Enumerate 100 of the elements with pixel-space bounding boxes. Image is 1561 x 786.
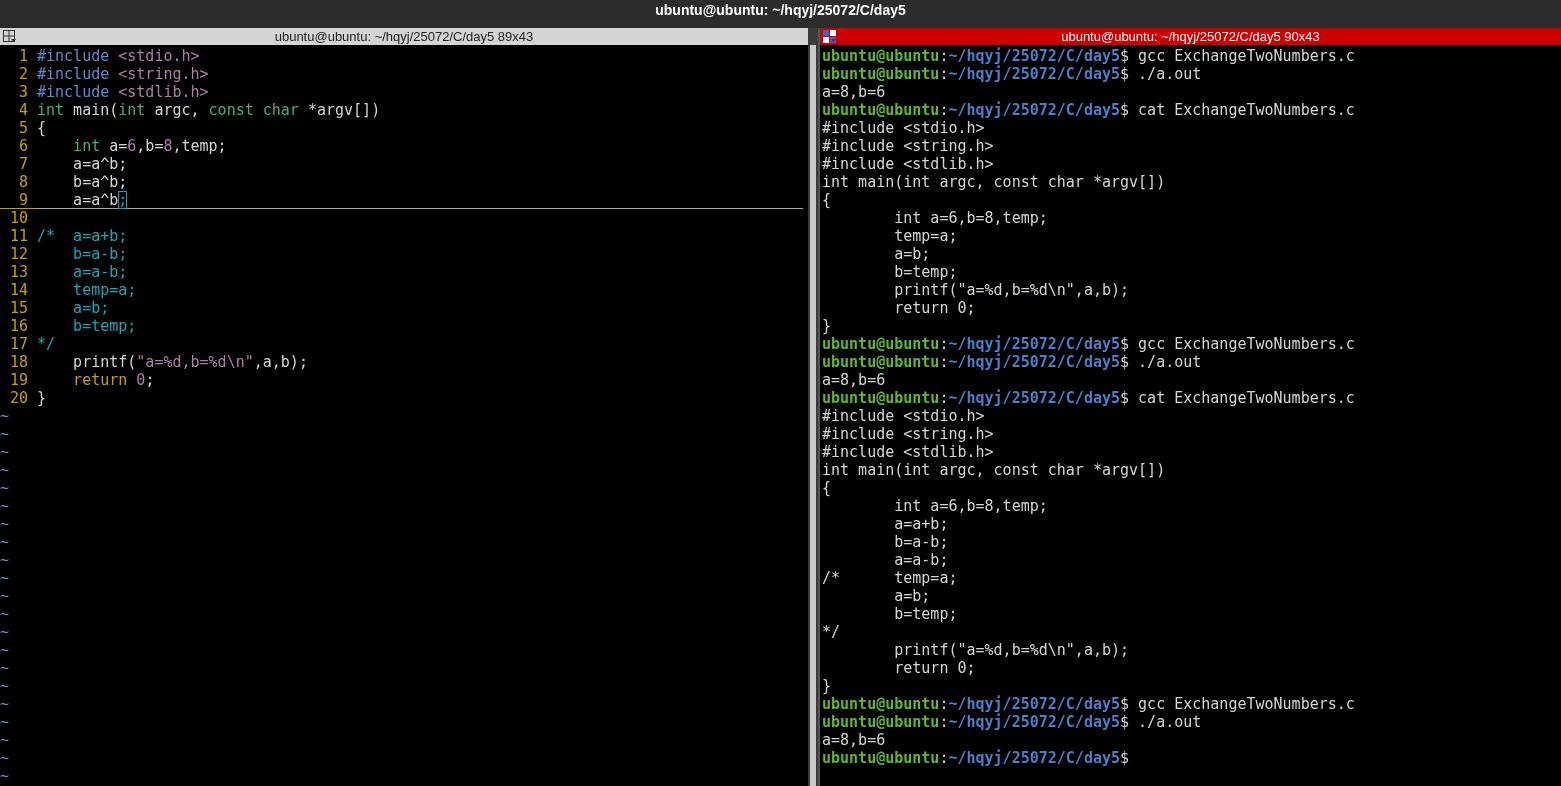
empty-line-marker: ~ <box>0 713 9 731</box>
terminal-line: a=b; <box>893 587 932 605</box>
line-number: 15 <box>8 299 29 317</box>
terminal-line: #include <string.h> <box>821 425 995 443</box>
empty-line-marker: ~ <box>0 623 9 641</box>
empty-line-marker: ~ <box>0 641 9 659</box>
terminal-line: a=8,b=6 <box>821 371 887 389</box>
line-number: 7 <box>17 155 29 173</box>
terminal-line: int main(int argc, const char *argv[]) <box>821 461 1167 479</box>
terminal-line: ubuntu@ubuntu:~/hqyj/25072/C/day5$ <box>821 749 1131 767</box>
line-number: 20 <box>8 389 29 407</box>
code-line: #include <stdio.h> <box>37 47 201 65</box>
terminal-line: printf("a=%d,b=%d\n",a,b); <box>893 281 1131 299</box>
code-line: { <box>37 119 48 137</box>
terminal-line: #include <stdlib.h> <box>821 443 995 461</box>
line-number: 4 <box>17 101 29 119</box>
empty-line-marker: ~ <box>0 569 9 587</box>
terminal-line: { <box>821 191 833 209</box>
code-line: temp=a; <box>72 281 138 299</box>
code-line: } <box>37 389 48 407</box>
line-number: 5 <box>17 119 29 137</box>
empty-line-marker: ~ <box>0 497 9 515</box>
terminal-line: /* temp=a; <box>821 569 959 587</box>
line-number: 14 <box>8 281 29 299</box>
scrollbar[interactable] <box>810 45 816 786</box>
terminal-line: return 0; <box>893 299 977 317</box>
empty-line-marker: ~ <box>0 605 9 623</box>
terminal-line: ubuntu@ubuntu:~/hqyj/25072/C/day5$ gcc ExchangeTwoNumbers.c <box>821 335 1356 353</box>
empty-line-marker: ~ <box>0 479 9 497</box>
code-line: a=a-b; <box>72 263 129 281</box>
code-line: int a=6,b=8,temp; <box>72 137 228 155</box>
code-line: #include <string.h> <box>37 65 210 83</box>
code-line: a=a^b; <box>37 191 803 209</box>
terminal-line: ubuntu@ubuntu:~/hqyj/25072/C/day5$ ./a.out <box>821 65 1203 83</box>
code-line: return 0; <box>72 371 156 389</box>
line-number: 11 <box>8 227 29 245</box>
terminal-line: b=a-b; <box>893 533 950 551</box>
terminal-line: ubuntu@ubuntu:~/hqyj/25072/C/day5$ gcc ExchangeTwoNumbers.c <box>821 47 1356 65</box>
line-number: 2 <box>17 65 29 83</box>
line-number: 8 <box>17 173 29 191</box>
terminal-line: return 0; <box>893 659 977 677</box>
terminal-line: #include <stdlib.h> <box>821 155 995 173</box>
code-line: a=b; <box>72 299 111 317</box>
line-number: 1 <box>17 47 29 65</box>
code-line: #include <stdlib.h> <box>37 83 210 101</box>
terminal-line: printf("a=%d,b=%d\n",a,b); <box>893 641 1131 659</box>
terminal-line: ubuntu@ubuntu:~/hqyj/25072/C/day5$ gcc ExchangeTwoNumbers.c <box>821 695 1356 713</box>
empty-line-marker: ~ <box>0 425 9 443</box>
terminal-line: #include <stdio.h> <box>821 407 986 425</box>
split-grid-icon[interactable] <box>3 30 16 43</box>
terminal-line: temp=a; <box>893 227 959 245</box>
line-number: 13 <box>8 263 29 281</box>
terminal-line: ubuntu@ubuntu:~/hqyj/25072/C/day5$ cat ExchangeTwoNumbers.c <box>821 389 1356 407</box>
code-line: /* a=a+b; <box>37 227 129 245</box>
terminal-line: */ <box>821 623 842 641</box>
terminal-line: ubuntu@ubuntu:~/hqyj/25072/C/day5$ ./a.out <box>821 713 1203 731</box>
empty-line-marker: ~ <box>0 515 9 533</box>
terminal-line: b=temp; <box>893 605 959 623</box>
terminal-line: a=b; <box>893 245 932 263</box>
line-number: 12 <box>8 245 29 263</box>
line-number: 10 <box>8 209 29 227</box>
terminal-line: { <box>821 479 833 497</box>
empty-line-marker: ~ <box>0 731 9 749</box>
line-number: 3 <box>17 83 29 101</box>
empty-line-marker: ~ <box>0 461 9 479</box>
code-line: printf("a=%d,b=%d\n",a,b); <box>72 353 309 371</box>
code-line: int main(int argc, const char *argv[]) <box>37 101 382 119</box>
terminal-line: int main(int argc, const char *argv[]) <box>821 173 1167 191</box>
line-number: 17 <box>8 335 29 353</box>
terminal-line: a=a-b; <box>893 551 950 569</box>
line-number: 9 <box>0 191 37 209</box>
empty-line-marker: ~ <box>0 587 9 605</box>
empty-line-marker: ~ <box>0 695 9 713</box>
terminal-line: int a=6,b=8,temp; <box>893 209 1049 227</box>
empty-line-marker: ~ <box>0 749 9 767</box>
empty-line-marker: ~ <box>0 533 9 551</box>
empty-line-marker: ~ <box>0 407 9 425</box>
terminal-line: } <box>821 677 833 695</box>
code-line: b=temp; <box>72 317 138 335</box>
pane-title: ubuntu@ubuntu: ~/hqyj/25072/C/day5 90x43 <box>1060 28 1321 45</box>
empty-line-marker: ~ <box>0 443 9 461</box>
split-grid-icon[interactable] <box>823 30 836 43</box>
terminal-line: #include <string.h> <box>821 137 995 155</box>
code-line: b=a^b; <box>72 173 129 191</box>
terminal-line: a=8,b=6 <box>821 83 887 101</box>
code-line: b=a-b; <box>72 245 129 263</box>
terminal-line: } <box>821 317 833 335</box>
empty-line-marker: ~ <box>0 677 9 695</box>
terminal-line: int a=6,b=8,temp; <box>893 497 1049 515</box>
pane-title: ubuntu@ubuntu: ~/hqyj/25072/C/day5 89x43 <box>273 28 535 45</box>
terminal-line: ubuntu@ubuntu:~/hqyj/25072/C/day5$ cat ExchangeTwoNumbers.c <box>821 101 1356 119</box>
empty-line-marker: ~ <box>0 767 9 785</box>
empty-line-marker: ~ <box>0 551 9 569</box>
window-title: ubuntu@ubuntu: ~/hqyj/25072/C/day5 <box>655 1 906 20</box>
code-line: */ <box>37 335 57 353</box>
code-line: a=a^b; <box>72 155 129 173</box>
terminal-line: a=a+b; <box>893 515 950 533</box>
terminal-line: ubuntu@ubuntu:~/hqyj/25072/C/day5$ ./a.out <box>821 353 1203 371</box>
empty-line-marker: ~ <box>0 659 9 677</box>
terminal-line: b=temp; <box>893 263 959 281</box>
